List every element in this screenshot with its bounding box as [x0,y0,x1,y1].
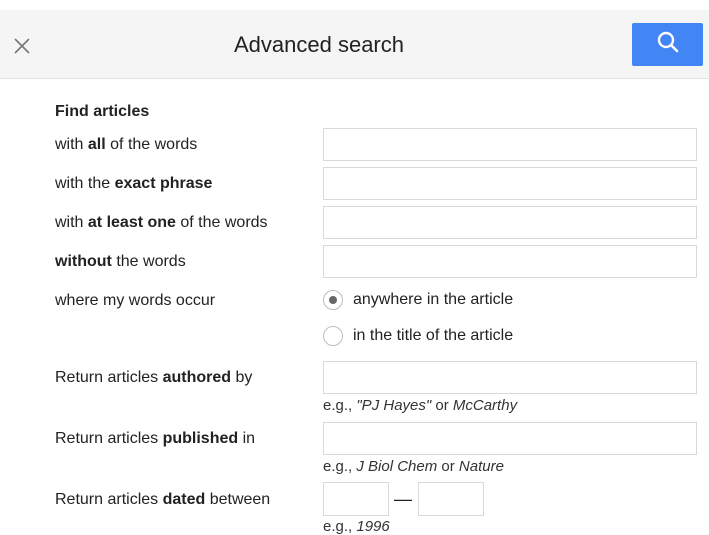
publication-hint: e.g., J Biol Chem or Nature [323,458,504,475]
radio-button[interactable] [323,326,343,346]
without-words-label: without the words [55,253,186,270]
exact-phrase-input[interactable] [323,167,697,200]
advanced-search-dialog: Advanced search Find articles with all o… [0,0,709,535]
search-button[interactable] [632,23,703,66]
author-input[interactable] [323,361,697,394]
all-words-input[interactable] [323,128,697,161]
occur-label: where my words occur [55,292,216,309]
all-words-label: with all of the words [55,136,198,153]
dialog-title: Advanced search [234,32,404,57]
without-words-input[interactable] [323,245,697,278]
published-label: Return articles published in [55,430,256,447]
section-title: Find articles [55,103,150,120]
radio-title[interactable]: in the title of the article [323,326,513,346]
at-least-one-label: with at least one of the words [55,214,268,231]
radio-anywhere-label: anywhere in the article [353,291,514,308]
at-least-one-input[interactable] [323,206,697,239]
publication-input[interactable] [323,422,697,455]
date-hint: e.g., 1996 [323,518,390,535]
dated-label: Return articles dated between [55,491,271,508]
dialog-header: Advanced search [0,10,709,79]
radio-title-label: in the title of the article [353,327,514,344]
year-to-input[interactable] [418,482,484,516]
close-icon[interactable] [11,35,33,57]
exact-phrase-label: with the exact phrase [55,175,213,192]
radio-button-selected[interactable] [323,290,343,310]
radio-anywhere[interactable]: anywhere in the article [323,290,513,310]
search-icon [656,30,680,59]
authored-label: Return articles authored by [55,369,253,386]
year-from-input[interactable] [323,482,389,516]
author-hint: e.g., "PJ Hayes" or McCarthy [323,397,518,414]
date-range-separator: — [394,489,412,509]
